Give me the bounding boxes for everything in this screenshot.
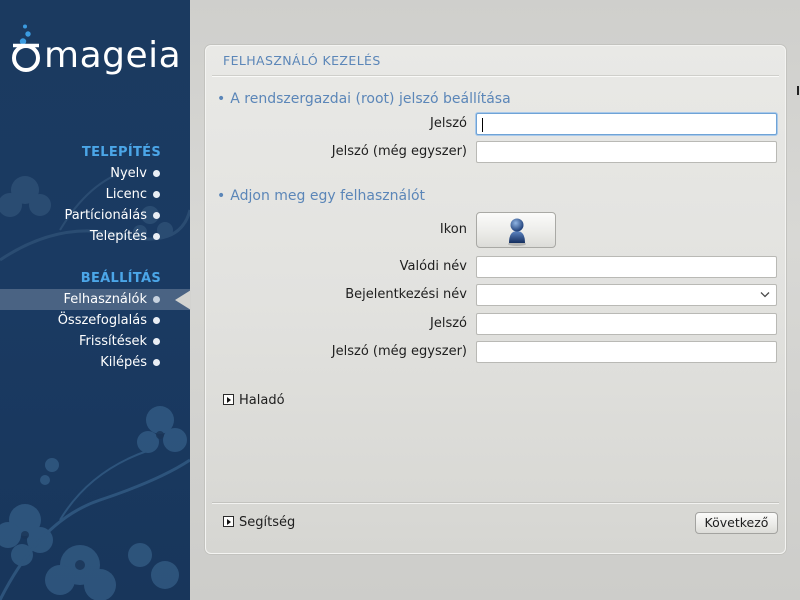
nav-item-language[interactable]: Nyelv [0,163,190,184]
nav-bullet-icon [153,317,160,324]
nav-bullet-icon [153,296,160,303]
nav-bullet-icon [153,212,160,219]
nav-item-license[interactable]: Licenc [0,184,190,205]
root-password-heading: • A rendszergazdai (root) jelszó beállítá… [217,91,511,107]
user-icon-button[interactable] [476,212,556,248]
next-button[interactable]: Következő [695,512,778,534]
nav-item-label: Felhasználók [63,292,147,307]
nav-item-installation[interactable]: Telepítés [0,226,190,247]
user-heading-text: Adjon meg egy felhasználót [230,188,426,204]
real-name-field[interactable] [476,256,777,278]
section-bullet: • [217,91,226,107]
real-name-label: Valódi név [399,259,467,274]
logo-wordmark: mageia [44,35,182,76]
edge-artifact [797,86,799,95]
nav-item-label: Telepítés [89,229,147,244]
nav-bullet-icon [153,359,160,366]
nav-bullet-icon [153,170,160,177]
user-management-panel: FELHASZNÁLÓ KEZELÉS • A rendszergazdai (r… [205,45,786,554]
nav-section-install: TELEPÍTÉS [81,145,161,160]
panel-title: FELHASZNÁLÓ KEZELÉS [223,53,381,68]
section-bullet: • [217,188,226,204]
root-password-field[interactable] [476,113,777,135]
user-heading: • Adjon meg egy felhasználót [217,188,425,204]
nav-item-label: Nyelv [110,166,147,181]
help-label: Segítség [239,515,296,530]
nav-item-exit[interactable]: Kilépés [0,352,190,373]
root-password-again-field[interactable] [476,141,777,163]
nav-bullet-icon [153,338,160,345]
nav-item-label: Frissítések [78,334,147,349]
nav-item-partitioning[interactable]: Partícionálás [0,205,190,226]
user-password-again-field[interactable] [476,341,777,363]
active-step-arrow-icon [175,290,191,310]
user-password-label: Jelszó [430,316,467,331]
user-password-again-label: Jelszó (még egyszer) [331,344,467,359]
login-name-label: Bejelentkezési név [345,287,467,302]
nav-bullet-icon [153,191,160,198]
advanced-label: Haladó [239,393,285,408]
icon-label: Ikon [439,222,467,237]
login-name-combo[interactable] [476,284,777,306]
nav-item-updates[interactable]: Frissítések [0,331,190,352]
text-caret [482,118,483,132]
nav-bullet-icon [153,233,160,240]
chevron-down-icon[interactable] [760,291,770,299]
bottom-divider [212,502,779,504]
root-password-again-label: Jelszó (még egyszer) [331,144,467,159]
nav-item-label: Partícionálás [64,208,147,223]
nav-item-label: Licenc [105,187,147,202]
nav-item-label: Összefoglalás [57,313,147,328]
help-expander[interactable]: Segítség [223,515,295,531]
nav-item-users[interactable]: Felhasználók [0,289,190,310]
root-password-label: Jelszó [430,116,467,131]
title-divider [212,75,779,77]
advanced-expander[interactable]: Haladó [223,393,285,409]
sidebar: mageia TELEPÍTÉS Nyelv Licenc Partícioná… [0,0,190,600]
expander-triangle-icon [223,394,234,405]
nav-item-summary[interactable]: Összefoglalás [0,310,190,331]
nav-item-label: Kilépés [100,355,147,370]
root-password-heading-text: A rendszergazdai (root) jelszó beállítás… [230,91,511,107]
nav-section-configuration: BEÁLLÍTÁS [80,271,161,286]
expander-triangle-icon [223,516,234,527]
user-password-field[interactable] [476,313,777,335]
user-avatar-icon [508,218,526,246]
